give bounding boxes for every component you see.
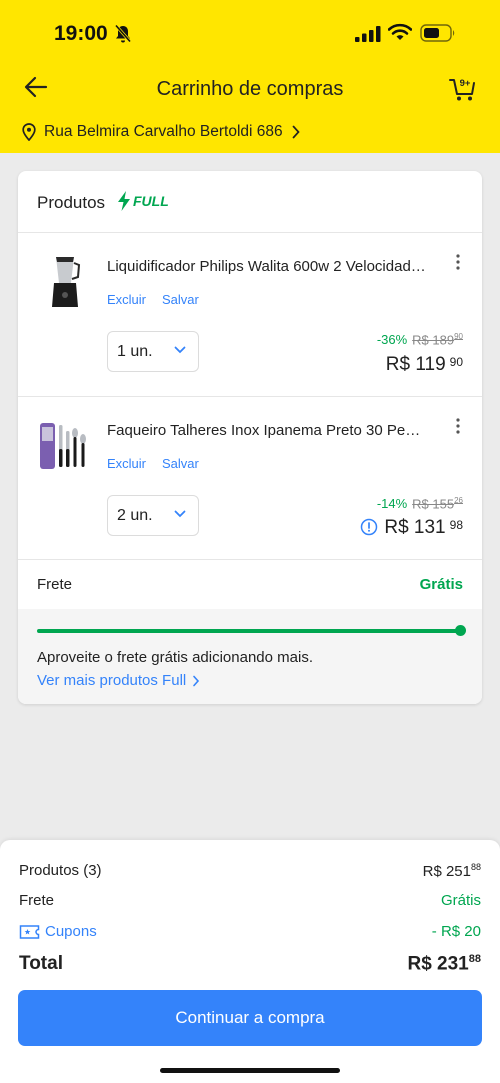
wifi-icon bbox=[388, 23, 412, 40]
shipping-value: Grátis bbox=[419, 576, 463, 593]
nav-bar: Carrinho de compras 9+ bbox=[0, 70, 500, 108]
price-integer: R$ 119 bbox=[385, 354, 446, 375]
more-options-icon[interactable] bbox=[455, 417, 461, 435]
remove-button[interactable]: Excluir bbox=[107, 292, 146, 307]
page-title: Carrinho de compras bbox=[156, 78, 344, 100]
full-badge-label: FULL bbox=[133, 193, 169, 209]
progress-end-dot bbox=[455, 625, 466, 636]
products-card: Produtos FULL Liquidificador Philips Wal… bbox=[18, 171, 482, 704]
summary-products-row: Produtos (3) R$ 25188 bbox=[19, 862, 481, 880]
battery-icon bbox=[420, 24, 455, 42]
coupons-label: Cupons bbox=[45, 923, 97, 940]
cart-item: Faqueiro Talheres Inox Ipanema Preto 30 … bbox=[18, 397, 482, 560]
item-actions: Excluir Salvar bbox=[107, 456, 199, 471]
chevron-down-icon bbox=[174, 510, 186, 518]
ticket-icon bbox=[19, 924, 40, 939]
continue-purchase-button[interactable]: Continuar a compra bbox=[18, 990, 482, 1046]
quantity-value: 2 un. bbox=[117, 506, 153, 524]
summary-coupons-row: Cupons - R$ 20 bbox=[19, 923, 481, 940]
products-header: Produtos FULL bbox=[18, 171, 482, 233]
more-options-icon[interactable] bbox=[455, 253, 461, 271]
save-for-later-button[interactable]: Salvar bbox=[162, 456, 199, 471]
chevron-right-icon bbox=[193, 675, 200, 686]
promo-link-label: Ver mais produtos Full bbox=[37, 672, 187, 689]
app-header: 19:00 Carrinho de compras 9+ Rua Belmira… bbox=[0, 0, 500, 153]
cutlery-set-image bbox=[40, 423, 86, 469]
quantity-selector[interactable]: 1 un. bbox=[107, 331, 199, 372]
shipping-row: Frete Grátis bbox=[18, 560, 482, 609]
promo-text: Aproveite o frete grátis adicionando mai… bbox=[37, 649, 313, 666]
chevron-right-icon bbox=[292, 125, 300, 139]
full-badge: FULL bbox=[117, 191, 169, 211]
price-cents: 90 bbox=[449, 355, 463, 369]
address-selector[interactable]: Rua Belmira Carvalho Bertoldi 686 bbox=[22, 120, 301, 144]
original-price: R$ 18990 bbox=[412, 332, 463, 348]
total-value: R$ 23188 bbox=[407, 953, 481, 975]
item-actions: Excluir Salvar bbox=[107, 292, 199, 307]
lightning-icon bbox=[118, 191, 130, 211]
cart-count: 9+ bbox=[460, 78, 471, 89]
free-shipping-progress-bar bbox=[37, 629, 461, 633]
item-name[interactable]: Liquidificador Philips Walita 600w 2 Vel… bbox=[107, 258, 427, 275]
bell-muted-icon bbox=[114, 24, 132, 43]
total-label: Total bbox=[19, 953, 63, 974]
discount-percent: -36% bbox=[376, 332, 408, 348]
free-shipping-promo: Aproveite o frete grátis adicionando mai… bbox=[18, 609, 482, 704]
coupons-value: - R$ 20 bbox=[431, 923, 481, 940]
cart-item: Liquidificador Philips Walita 600w 2 Vel… bbox=[18, 233, 482, 397]
summary-shipping-value: Grátis bbox=[440, 892, 481, 909]
shipping-label: Frete bbox=[37, 576, 73, 593]
summary-total-row: Total R$ 23188 bbox=[19, 953, 481, 975]
chevron-down-icon bbox=[174, 346, 186, 354]
address-text: Rua Belmira Carvalho Bertoldi 686 bbox=[44, 123, 283, 140]
signal-icon bbox=[355, 26, 381, 42]
price-cents: 98 bbox=[449, 518, 463, 532]
discount-percent: -14% bbox=[376, 496, 408, 512]
remove-button[interactable]: Excluir bbox=[107, 456, 146, 471]
item-price: R$ 119 90 bbox=[386, 354, 463, 376]
discount-info: -14% R$ 15526 bbox=[377, 496, 463, 511]
save-for-later-button[interactable]: Salvar bbox=[162, 292, 199, 307]
quantity-value: 1 un. bbox=[117, 342, 153, 360]
summary-products-value: R$ 25188 bbox=[422, 862, 481, 880]
discount-info: -36% R$ 18990 bbox=[377, 332, 463, 347]
summary-shipping-row: Frete Grátis bbox=[19, 892, 481, 909]
original-price: R$ 15526 bbox=[412, 496, 463, 512]
price-integer: R$ 131 bbox=[384, 517, 446, 538]
location-pin-icon bbox=[22, 123, 36, 141]
status-bar: 19:00 bbox=[0, 18, 500, 50]
order-summary: Produtos (3) R$ 25188 Frete Grátis Cupon… bbox=[0, 840, 500, 1083]
coupons-link[interactable]: Cupons bbox=[19, 923, 481, 940]
info-icon[interactable] bbox=[360, 518, 378, 536]
home-indicator bbox=[160, 1068, 340, 1073]
quantity-selector[interactable]: 2 un. bbox=[107, 495, 199, 536]
cart-icon[interactable]: 9+ bbox=[448, 74, 476, 102]
blender-image bbox=[52, 257, 81, 307]
see-more-full-link[interactable]: Ver mais produtos Full bbox=[37, 672, 200, 689]
item-name[interactable]: Faqueiro Talheres Inox Ipanema Preto 30 … bbox=[107, 422, 427, 439]
status-time: 19:00 bbox=[54, 22, 108, 45]
item-price: R$ 131 98 bbox=[384, 517, 463, 539]
summary-shipping-label: Frete bbox=[19, 892, 55, 909]
products-title: Produtos bbox=[37, 193, 106, 212]
summary-products-label: Produtos (3) bbox=[19, 862, 102, 879]
